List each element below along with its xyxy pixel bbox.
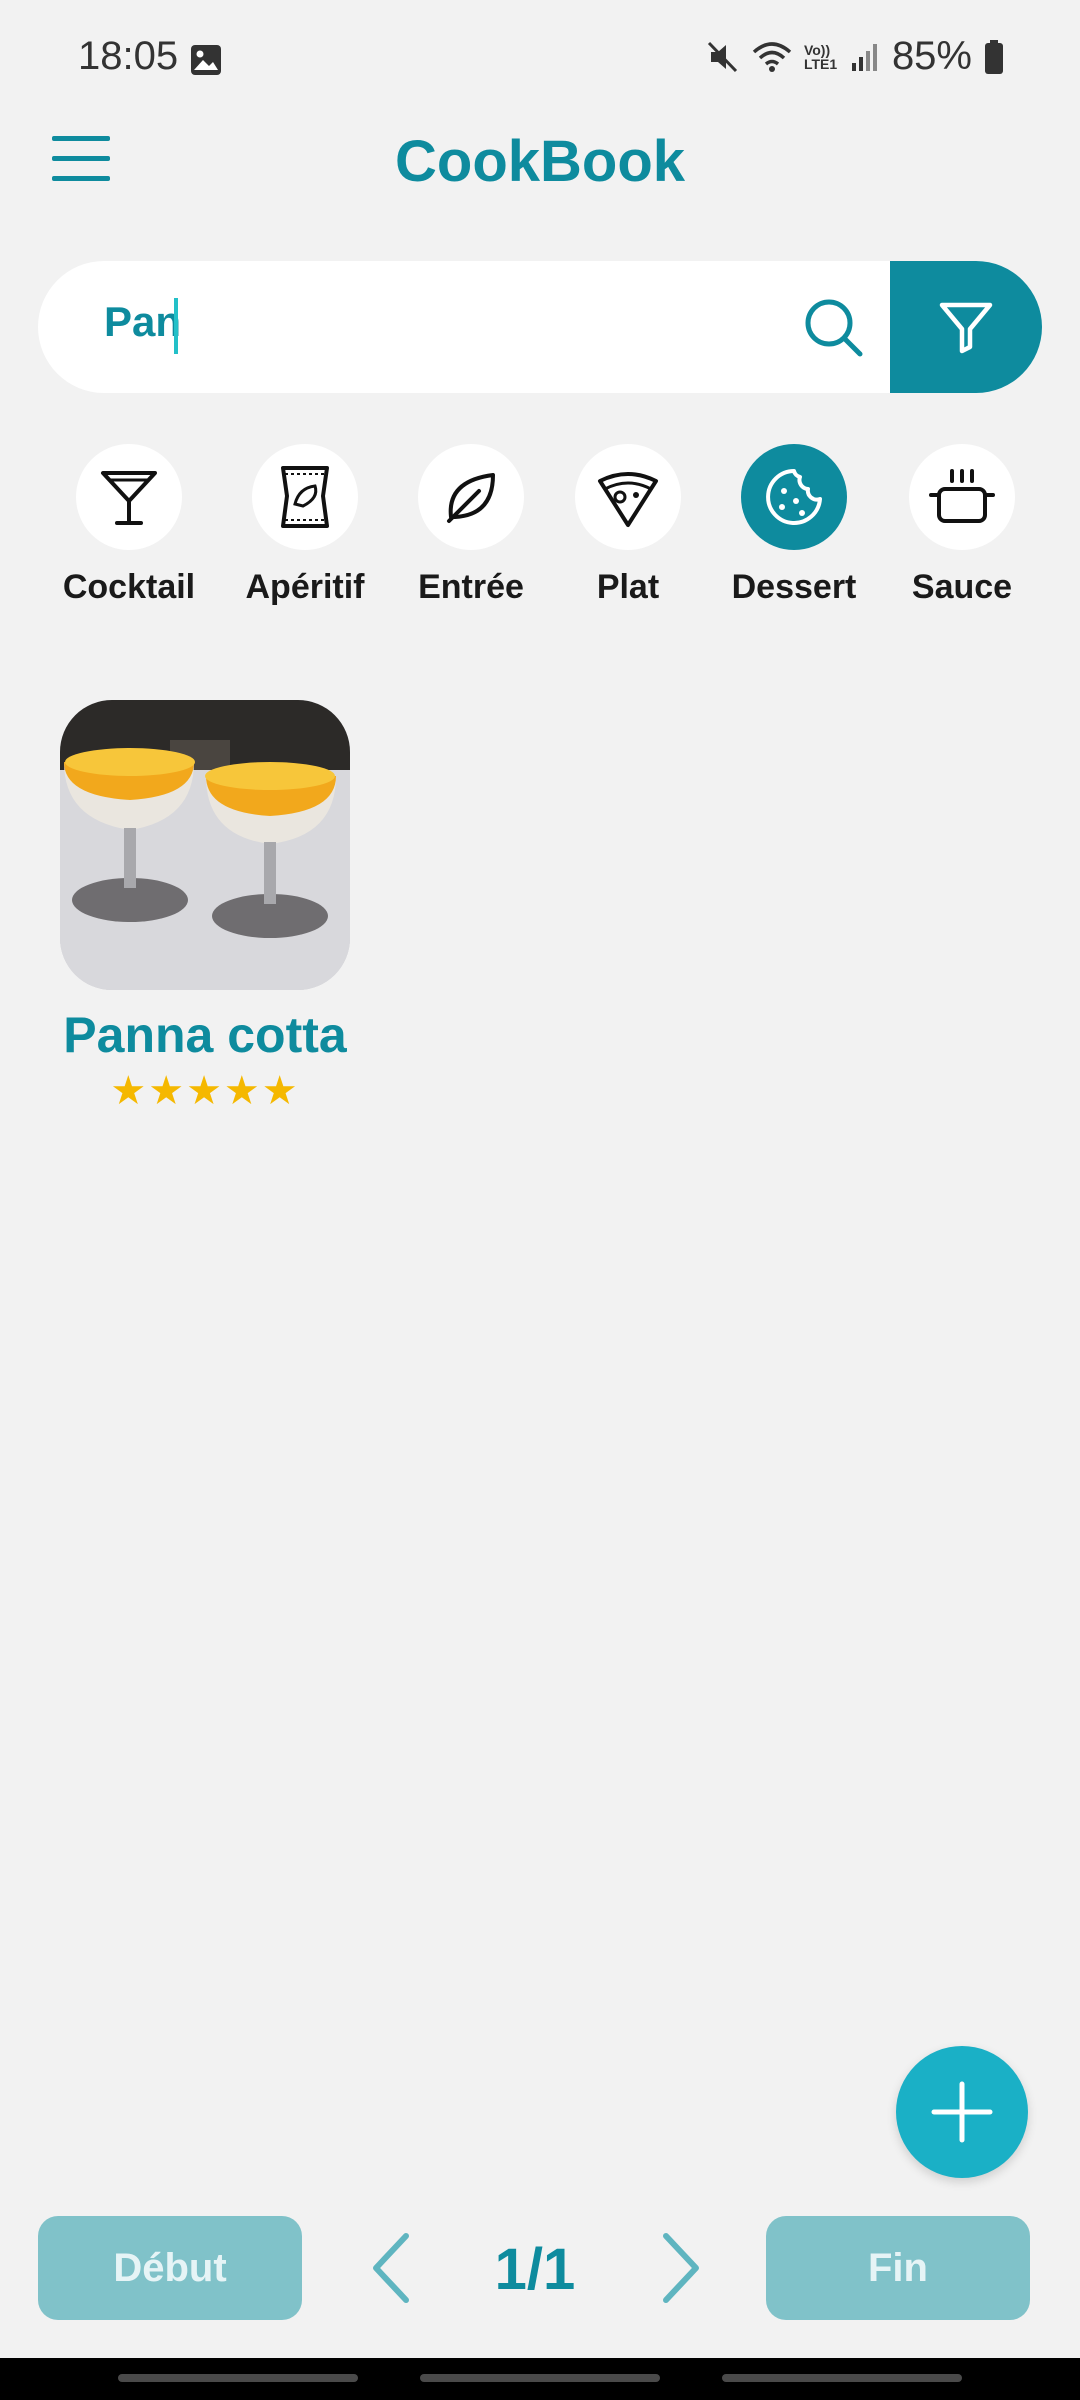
cocktail-glass-icon (76, 444, 182, 550)
network-type-label: Vo)) LTE1 (803, 41, 838, 72)
recipe-photo[interactable] (60, 700, 350, 990)
chevron-right-icon[interactable] (650, 2230, 710, 2306)
status-time: 18:05 (78, 34, 179, 78)
category-label: Apéritif (245, 568, 365, 606)
category-plat[interactable]: Plat (543, 444, 713, 607)
text-cursor (174, 298, 178, 354)
search-icon[interactable] (800, 294, 866, 360)
battery-percent: 85% (891, 34, 972, 78)
nav-indicator (722, 2374, 962, 2382)
recipe-title[interactable]: Panna cotta (40, 1006, 370, 1064)
chips-bag-icon (252, 444, 358, 550)
category-label: Plat (596, 568, 660, 606)
mute-icon (707, 41, 738, 72)
category-entree[interactable]: Entrée (386, 444, 556, 607)
add-recipe-button[interactable] (896, 2046, 1028, 2178)
cookie-icon (741, 444, 847, 550)
category-label: Sauce (911, 568, 1013, 606)
category-label: Entrée (418, 568, 524, 606)
signal-icon (851, 43, 877, 71)
filter-button[interactable] (890, 261, 1042, 393)
gallery-notification-icon (190, 44, 222, 81)
nav-indicator (420, 2374, 660, 2382)
first-page-button[interactable]: Début (38, 2216, 302, 2320)
filter-icon (939, 302, 993, 354)
category-cocktail[interactable]: Cocktail (44, 444, 214, 607)
battery-icon (985, 39, 1003, 74)
search-input[interactable]: Pan (104, 298, 181, 346)
pizza-slice-icon (575, 444, 681, 550)
status-icons: Vo)) LTE1 85% (706, 34, 1004, 79)
page-indicator: 1/1 (494, 2237, 576, 2302)
category-label: Cocktail (62, 568, 196, 606)
cooking-pot-icon (909, 444, 1015, 550)
category-sauce[interactable]: Sauce (877, 444, 1047, 607)
chevron-left-icon[interactable] (362, 2230, 422, 2306)
rating-stars: ★★★★★ (110, 1069, 300, 1113)
wifi-icon (752, 41, 792, 72)
nav-indicator (118, 2374, 358, 2382)
app-title: CookBook (395, 129, 685, 194)
last-page-button[interactable]: Fin (766, 2216, 1030, 2320)
category-dessert[interactable]: Dessert (709, 444, 879, 607)
category-label: Dessert (731, 568, 857, 606)
plus-icon (931, 2081, 993, 2143)
category-aperitif[interactable]: Apéritif (220, 444, 390, 607)
leaf-icon (418, 444, 524, 550)
